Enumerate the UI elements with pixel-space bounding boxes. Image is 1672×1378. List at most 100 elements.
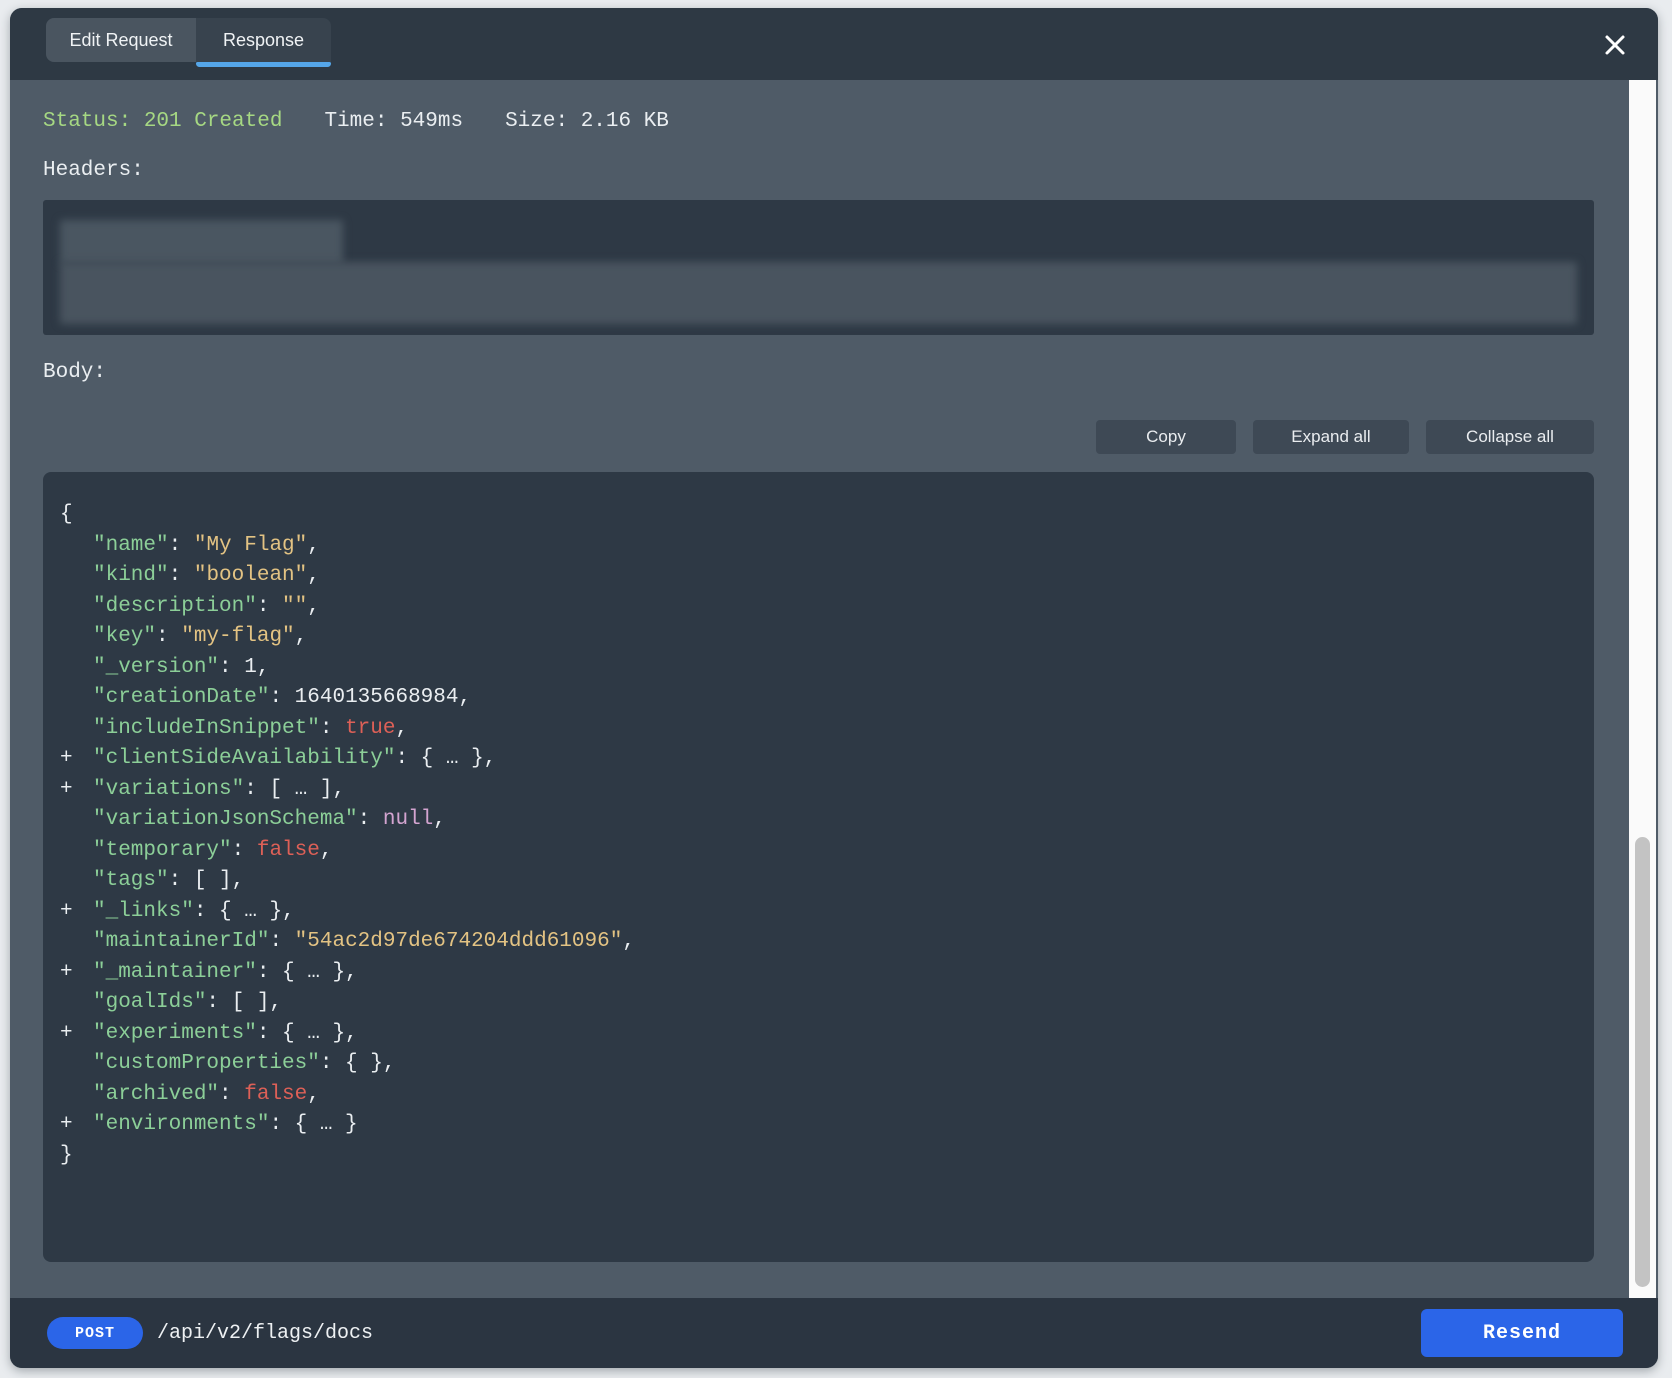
json-line: "archived": false, [60,1080,1574,1111]
json-token-bool: true [345,717,395,740]
json-token-punct: : [257,595,282,618]
json-token-str: "my-flag" [181,625,294,648]
json-token-punct: : [358,808,383,831]
expand-toggle-icon[interactable]: + [60,897,93,928]
close-button[interactable] [1602,32,1628,58]
resend-button[interactable]: Resend [1421,1309,1623,1357]
json-token-key: "environments" [93,1113,269,1136]
request-path: /api/v2/flags/docs [157,1322,373,1345]
json-token-key: "creationDate" [93,686,269,709]
scrollbar-thumb[interactable] [1635,837,1650,1287]
close-icon [1602,32,1628,58]
json-token-key: "variationJsonSchema" [93,808,358,831]
json-token-punct: , [622,930,635,953]
json-token-punct: : [169,564,194,587]
json-token-str: "My Flag" [194,534,307,557]
json-line: +"environments": { … } [60,1110,1574,1141]
tab-edit-request-label: Edit Request [69,30,172,51]
json-token-punct: : [219,656,244,679]
status-row: Status: 201 Created Time: 549ms Size: 2.… [43,110,1594,133]
response-panel: Status: 201 Created Time: 549ms Size: 2.… [10,80,1658,1298]
json-line: "key": "my-flag", [60,622,1574,653]
response-headers-box [43,200,1594,335]
json-token-key: "tags" [93,869,169,892]
json-line: "temporary": false, [60,836,1574,867]
json-token-punct: , [307,595,320,618]
json-token-punct: : [ ], [206,991,282,1014]
json-token-punct: : { … }, [257,961,358,984]
json-token-punct: : [232,839,257,862]
response-json: {"name": "My Flag","kind": "boolean","de… [60,500,1574,1171]
json-line: +"_links": { … }, [60,897,1574,928]
json-token-str: "" [282,595,307,618]
tab-response-label: Response [223,30,304,51]
json-token-punct: : [269,930,294,953]
expand-toggle-icon[interactable]: + [60,958,93,989]
json-line: "includeInSnippet": true, [60,714,1574,745]
json-line: +"_maintainer": { … }, [60,958,1574,989]
json-line: "_version": 1, [60,653,1574,684]
json-token-punct: , [307,564,320,587]
json-line: "tags": [ ], [60,866,1574,897]
json-token-num: 1640135668984 [295,686,459,709]
response-time: Time: 549ms [324,110,463,133]
json-token-punct: : { }, [320,1052,396,1075]
expand-all-button[interactable]: Expand all [1253,420,1409,454]
api-response-modal: Edit Request Response Status: 201 Create… [10,8,1658,1368]
json-line: { [60,500,1574,531]
json-token-key: "archived" [93,1083,219,1106]
response-size: Size: 2.16 KB [505,110,669,133]
json-token-key: "description" [93,595,257,618]
json-token-key: "temporary" [93,839,232,862]
status-code: Status: 201 Created [43,110,282,133]
expand-toggle-icon[interactable]: + [60,775,93,806]
json-token-key: "variations" [93,778,244,801]
headers-label: Headers: [43,159,1594,182]
json-line: "name": "My Flag", [60,531,1574,562]
active-tab-indicator [196,62,331,67]
json-token-punct: : [169,534,194,557]
json-line: "variationJsonSchema": null, [60,805,1574,836]
json-line: "description": "", [60,592,1574,623]
modal-footer: POST /api/v2/flags/docs Resend [10,1298,1658,1368]
collapse-all-button[interactable]: Collapse all [1426,420,1594,454]
json-token-key: "maintainerId" [93,930,269,953]
json-line: +"clientSideAvailability": { … }, [60,744,1574,775]
expand-toggle-icon[interactable]: + [60,744,93,775]
json-token-str: "boolean" [194,564,307,587]
modal-header: Edit Request Response [10,8,1658,80]
json-token-punct: , [307,1083,320,1106]
json-token-punct: : [320,717,345,740]
json-token-punct: : [219,1083,244,1106]
json-token-punct: : { … }, [257,1022,358,1045]
json-token-bool: false [244,1083,307,1106]
json-line: } [60,1141,1574,1172]
tab-group: Edit Request Response [46,18,331,62]
json-token-punct: : [269,686,294,709]
json-token-key: "clientSideAvailability" [93,747,395,770]
json-token-key: "includeInSnippet" [93,717,320,740]
json-token-punct: , [433,808,446,831]
json-line: +"experiments": { … }, [60,1019,1574,1050]
json-token-punct: : { … } [269,1113,357,1136]
json-line: "goalIds": [ ], [60,988,1574,1019]
expand-toggle-icon[interactable]: + [60,1110,93,1141]
tab-response[interactable]: Response [196,18,331,62]
json-token-key: "_version" [93,656,219,679]
json-token-null: null [383,808,433,831]
scrollbar-track[interactable] [1629,80,1656,1298]
json-token-punct: { [60,503,73,526]
json-line: "kind": "boolean", [60,561,1574,592]
tab-edit-request[interactable]: Edit Request [46,18,196,62]
copy-button[interactable]: Copy [1096,420,1236,454]
json-token-key: "name" [93,534,169,557]
body-actions: Copy Expand all Collapse all [43,420,1594,454]
json-line: "creationDate": 1640135668984, [60,683,1574,714]
expand-toggle-icon[interactable]: + [60,1019,93,1050]
json-token-punct: } [60,1144,73,1167]
json-token-key: "key" [93,625,156,648]
json-line: "customProperties": { }, [60,1049,1574,1080]
json-token-punct: : [ … ], [244,778,345,801]
json-token-num: 1 [244,656,257,679]
json-token-punct: : { … }, [194,900,295,923]
